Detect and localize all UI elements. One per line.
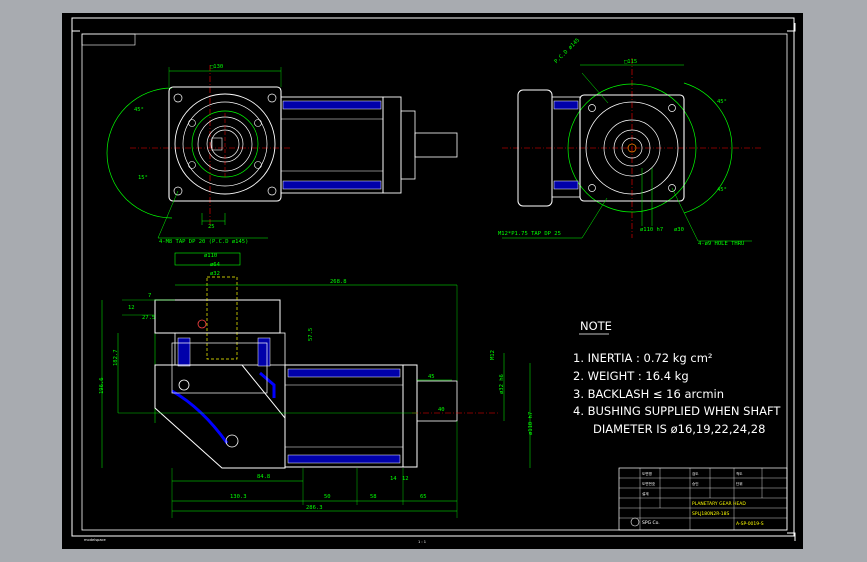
dim-top-196: 196.6 <box>99 377 105 394</box>
dim-side-tap: M12*P1.75 TAP DP 25 <box>498 231 561 237</box>
dim-top-40: 40 <box>438 407 445 413</box>
drawing-border <box>81 33 788 531</box>
note-title: NOTE <box>580 319 612 333</box>
dim-front-45: 45° <box>134 107 144 113</box>
tb-label-7: 단위 <box>736 481 743 486</box>
dim-side-square: □115 <box>624 59 637 65</box>
drawing-viewport[interactable]: □130 45° 15° 25 4-M8 TAP DP 20 (P.C.D ø1… <box>62 13 803 549</box>
note-item-1: 1. INERTIA : 0.72 kg cm² <box>573 351 713 365</box>
dim-top-7: 7 <box>148 293 151 299</box>
dim-top-45: 45 <box>428 374 435 380</box>
dim-top-d1: ø110 <box>204 253 217 259</box>
note-block: NOTE 1. INERTIA : 0.72 kg cm² 2. WEIGHT … <box>573 319 781 436</box>
tb-label-3: 설계 <box>642 491 649 496</box>
dim-top-h7: ø110 h7 <box>528 412 534 435</box>
note-item-5: DIAMETER IS ø16,19,22,24,28 <box>593 422 765 436</box>
dim-side-j6: ø110 h7 <box>640 227 663 233</box>
dim-side-hole: 4-ø9 HOLE THRU <box>698 241 744 247</box>
dim-top-182: 182.7 <box>113 349 119 366</box>
dim-side-45: 45° <box>717 99 727 105</box>
dim-top-65: 65 <box>420 494 427 500</box>
dim-top-84: 84.8 <box>257 474 270 480</box>
dim-front-25: 25 <box>208 224 215 230</box>
corner-mark-tl <box>71 23 80 32</box>
tb-label-1: 도면명 <box>642 471 652 476</box>
dim-top-14: 14 <box>390 476 397 482</box>
dim-top-130: 130.3 <box>230 494 247 500</box>
dim-top-12b: 12 <box>402 476 409 482</box>
dim-top-d3: ø32 <box>210 271 220 277</box>
dim-side-shaft: ø30 <box>674 227 684 233</box>
title-block[interactable]: 도면명 도면번호 설계 검도 승인 척도 단위 PLANETARY GEAR H… <box>618 467 788 531</box>
dim-top-27: 27.5 <box>142 315 155 321</box>
tb-label-2: 도면번호 <box>642 481 656 486</box>
dim-top-50: 50 <box>324 494 331 500</box>
dim-side-pcd: P.C.D ø145 <box>554 37 582 65</box>
dim-front-square: □130 <box>210 64 223 70</box>
dim-top-286: 286.3 <box>306 505 323 511</box>
note-item-2: 2. WEIGHT : 16.4 kg <box>573 369 689 383</box>
dim-top-m12: M12 <box>490 350 496 360</box>
dim-side-45b: 45° <box>717 187 727 193</box>
note-item-4: 4. BUSHING SUPPLIED WHEN SHAFT <box>573 404 781 418</box>
front-view <box>106 65 458 239</box>
company-logo-icon <box>630 517 640 527</box>
dim-top-j6: ø32 h6 <box>499 374 505 394</box>
dim-top-268: 268.8 <box>330 279 347 285</box>
tb-label-5: 승인 <box>692 481 699 486</box>
tb-label-6: 척도 <box>736 471 743 476</box>
tb-company: SPG Co. <box>642 520 660 526</box>
cad-drawing: □130 45° 15° 25 4-M8 TAP DP 20 (P.C.D ø1… <box>71 17 796 544</box>
corner-tab <box>81 33 136 46</box>
section-view <box>101 252 531 518</box>
tb-product: PLANETARY GEAR HEAD <box>692 501 746 507</box>
drawing-frame <box>71 17 795 537</box>
dim-front-tap: 4-M8 TAP DP 20 (P.C.D ø145) <box>159 239 248 245</box>
side-view <box>502 58 762 242</box>
tb-label-4: 검도 <box>692 471 699 476</box>
dim-top-57: 57.5 <box>308 328 314 341</box>
tb-drawing-no: A-SP-0019-S <box>736 521 764 527</box>
dim-top-12: 12 <box>128 305 135 311</box>
dim-top-58: 58 <box>370 494 377 500</box>
tb-model: SPLJ180N2R-18S <box>692 511 730 517</box>
dim-top-d2: ø64 <box>210 262 221 268</box>
status-left: modelspace <box>84 538 107 542</box>
status-center: 1 : 1 <box>418 540 426 544</box>
dim-front-15: 15° <box>138 175 148 181</box>
note-item-3: 3. BACKLASH ≤ 16 arcmin <box>573 387 724 401</box>
